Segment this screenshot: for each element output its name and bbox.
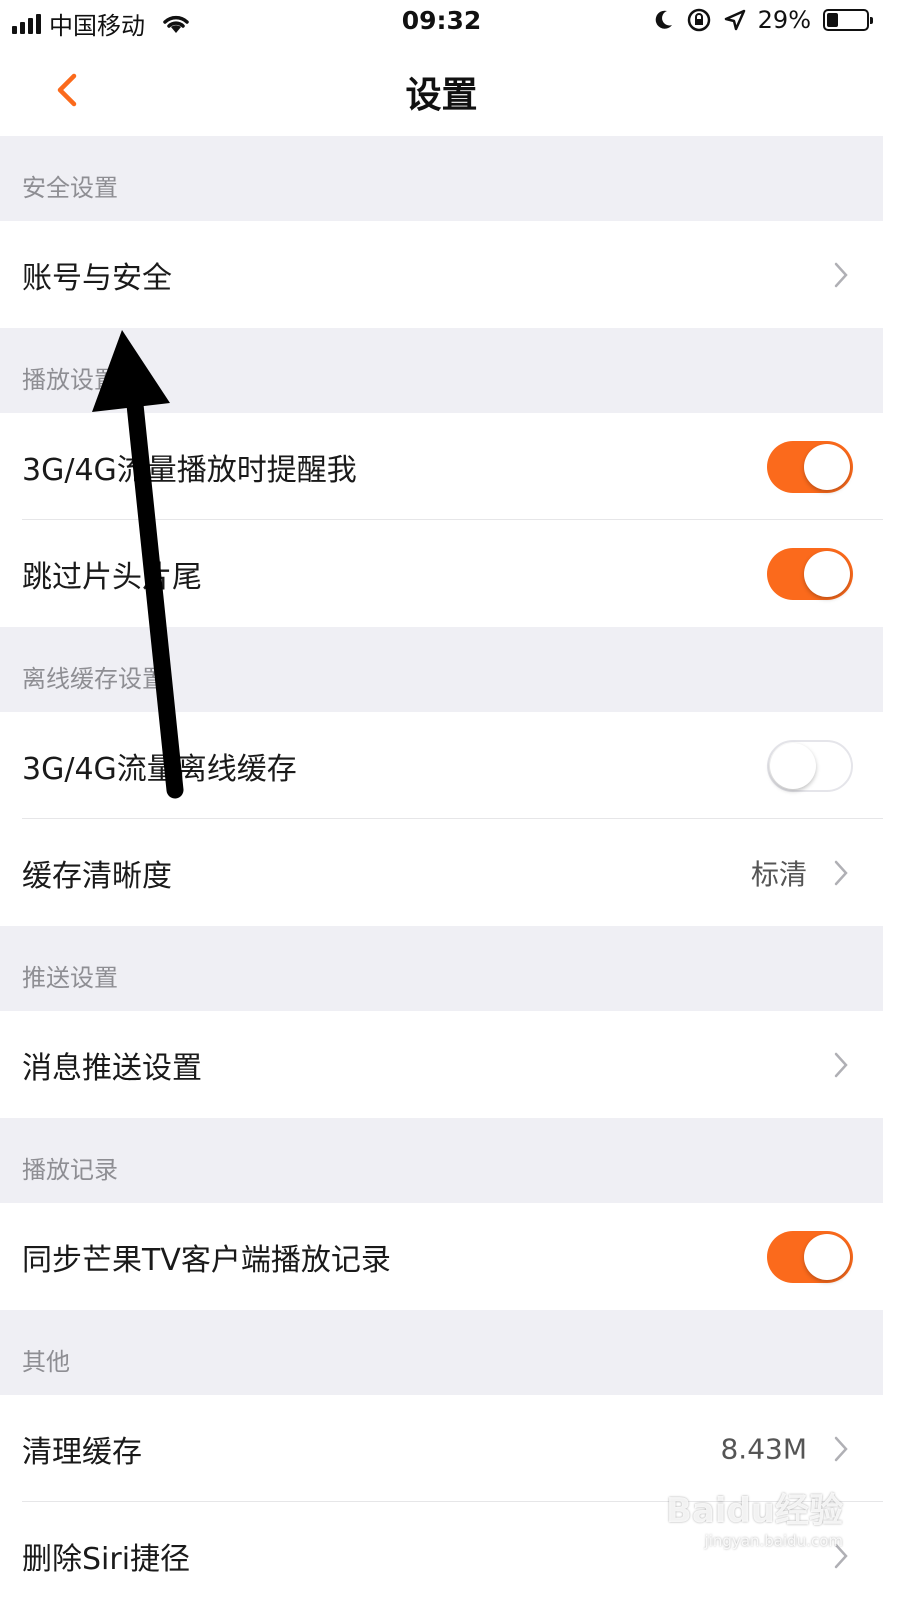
cache-quality-value: 标清 [750,857,807,891]
status-bar: 中国移动 09:32 29% [0,0,883,44]
row-label: 跳过片头片尾 [22,559,202,595]
watermark-brand: Baidu经验 [665,1491,843,1531]
row-label: 缓存清晰度 [22,858,172,894]
row-push-settings[interactable]: 消息推送设置 [0,1011,883,1118]
section-header-label: 其他 [22,1348,70,1376]
battery-percent: 29% [757,6,811,34]
row-cellular-offline-cache: 3G/4G流量离线缓存 [0,712,883,819]
section-header-security: 安全设置 [0,136,883,221]
chevron-right-icon [834,860,848,885]
section-header-push: 推送设置 [0,926,883,1011]
watermark: Baidu经验 jingyan.baidu.com [666,1483,843,1550]
row-cache-quality[interactable]: 缓存清晰度 标清 [0,819,883,926]
cellular-play-remind-toggle[interactable] [767,440,853,493]
battery-icon [823,9,873,31]
row-label: 3G/4G流量离线缓存 [22,751,297,787]
toggle-knob [770,742,816,789]
toggle-knob [804,443,850,490]
location-icon [724,9,745,31]
orientation-lock-icon [687,8,710,32]
row-sync-history: 同步芒果TV客户端播放记录 [0,1203,883,1310]
section-header-label: 离线缓存设置 [22,665,166,693]
section-header-other: 其他 [0,1310,883,1395]
row-account-security[interactable]: 账号与安全 [0,221,883,328]
skip-intro-toggle[interactable] [767,547,853,600]
toggle-knob [804,550,850,597]
page-title: 设置 [405,75,478,116]
chevron-right-icon [834,1052,848,1077]
section-header-label: 安全设置 [22,174,118,202]
status-right: 29% [654,6,873,34]
row-label: 同步芒果TV客户端播放记录 [22,1242,391,1278]
chevron-right-icon [834,262,848,287]
cellular-offline-cache-toggle[interactable] [767,739,853,792]
row-cellular-play-remind: 3G/4G流量播放时提醒我 [0,413,883,520]
watermark-url: jingyan.baidu.com [704,1532,843,1550]
moon-icon [655,10,672,29]
cache-size-value: 8.43M [720,1432,807,1465]
row-label: 账号与安全 [22,260,172,296]
battery-level [827,13,838,27]
section-header-offline: 离线缓存设置 [0,627,883,712]
toggle-knob [804,1233,850,1280]
sync-history-toggle[interactable] [767,1230,853,1283]
settings-list: 安全设置 账号与安全 播放设置 3G/4G流量播放时提醒我 跳过片头片尾 离线缓… [0,136,883,1609]
row-label: 清理缓存 [22,1434,142,1470]
chevron-right-icon [834,1436,848,1461]
row-skip-intro: 跳过片头片尾 [0,520,883,627]
section-header-history: 播放记录 [0,1118,883,1203]
section-header-label: 推送设置 [22,964,118,992]
row-label: 3G/4G流量播放时提醒我 [22,452,357,488]
row-label: 消息推送设置 [22,1050,202,1086]
row-label: 删除Siri捷径 [22,1541,191,1577]
navigation-bar: 设置 [0,44,883,136]
section-header-label: 播放设置 [22,366,118,394]
section-header-playback: 播放设置 [0,328,883,413]
section-header-label: 播放记录 [22,1156,118,1184]
